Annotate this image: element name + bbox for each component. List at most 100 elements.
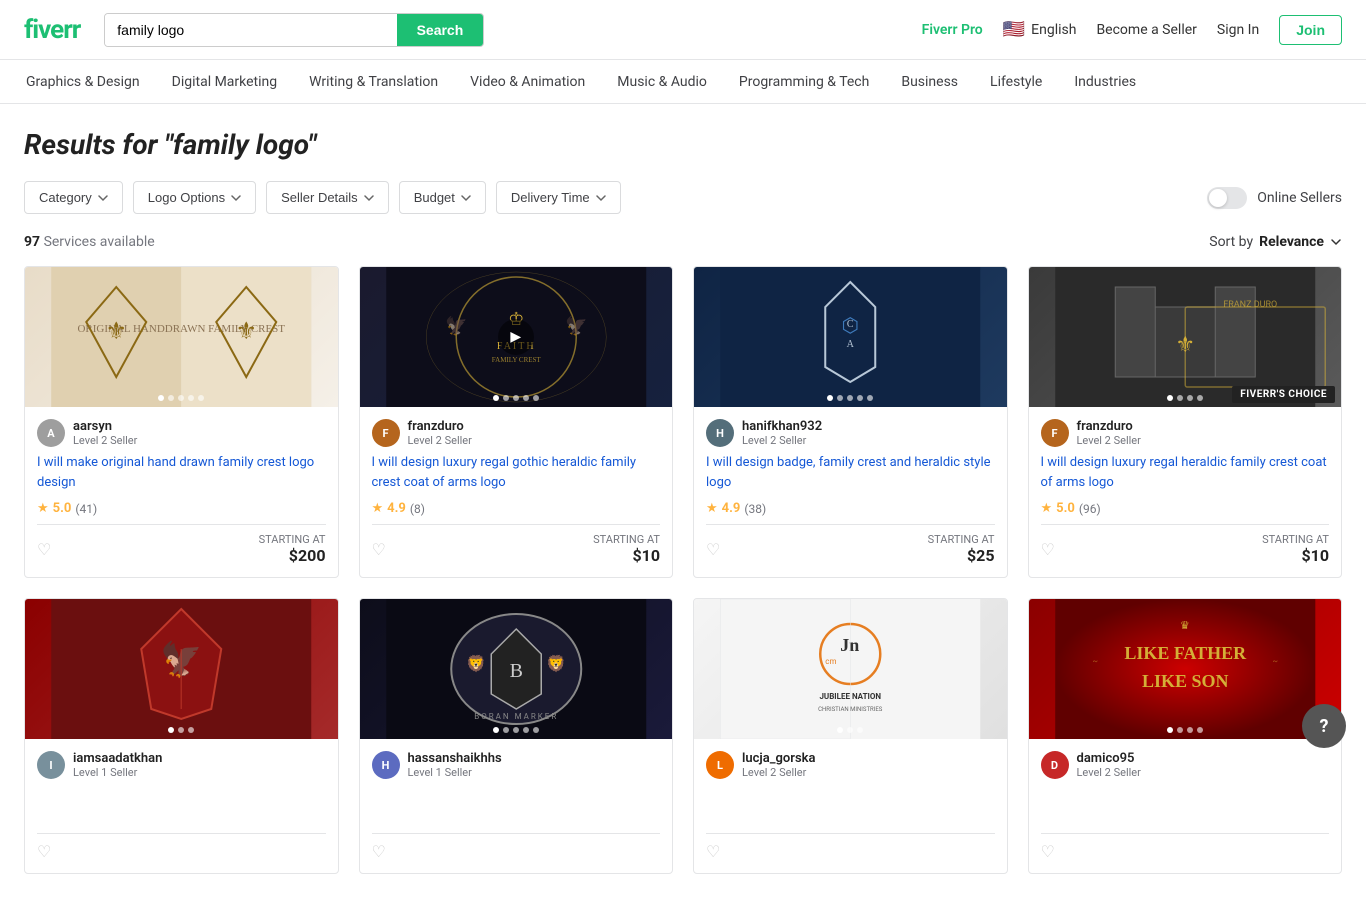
carousel-dot[interactable] <box>867 395 873 401</box>
favorite-button[interactable]: ♡ <box>706 842 720 861</box>
carousel-dot[interactable] <box>533 395 539 401</box>
seller-name[interactable]: aarsyn <box>73 419 137 434</box>
nav-item-graphics---design[interactable]: Graphics & Design <box>24 60 142 104</box>
seller-name[interactable]: franzduro <box>1077 419 1141 434</box>
carousel-dots <box>493 727 539 733</box>
favorite-button[interactable]: ♡ <box>37 540 51 559</box>
carousel-dot[interactable] <box>168 395 174 401</box>
favorite-button[interactable]: ♡ <box>372 842 386 861</box>
carousel-dot[interactable] <box>158 395 164 401</box>
carousel-dot[interactable] <box>178 395 184 401</box>
card-title-link[interactable]: I will make original hand drawn family c… <box>37 455 314 490</box>
card-title-link[interactable]: I will design luxury regal gothic herald… <box>372 455 637 490</box>
card-image: B 🦁 🦁 BORAN MARKER <box>360 599 673 739</box>
carousel-dot[interactable] <box>847 395 853 401</box>
card-image: ♛ LIKE FATHER LIKE SON ~ ~ <box>1029 599 1342 739</box>
nav-item-writing---translation[interactable]: Writing & Translation <box>307 60 440 104</box>
nav-item-lifestyle[interactable]: Lifestyle <box>988 60 1044 104</box>
filter-budget[interactable]: Budget <box>399 181 486 214</box>
online-sellers-toggle[interactable] <box>1207 187 1247 209</box>
favorite-button[interactable]: ♡ <box>706 540 720 559</box>
carousel-dot[interactable] <box>857 395 863 401</box>
carousel-dot[interactable] <box>188 395 194 401</box>
carousel-dot[interactable] <box>178 727 184 733</box>
service-card[interactable]: ♔ FAITH FAMILY CREST 🦅 🦅 ▶ F franzduro L… <box>359 266 674 578</box>
carousel-dot[interactable] <box>1167 727 1173 733</box>
service-card[interactable]: ♛ LIKE FATHER LIKE SON ~ ~ D damico95 Le… <box>1028 598 1343 874</box>
become-seller-link[interactable]: Become a Seller <box>1096 22 1196 38</box>
seller-name[interactable]: hassanshaikhhs <box>408 751 502 766</box>
carousel-dot[interactable] <box>1197 395 1203 401</box>
seller-name[interactable]: franzduro <box>408 419 472 434</box>
card-image-visual: ♛ LIKE FATHER LIKE SON ~ ~ <box>1029 599 1342 739</box>
filter-seller-details[interactable]: Seller Details <box>266 181 389 214</box>
sort-selector[interactable]: Sort by Relevance <box>1209 234 1342 250</box>
carousel-dot[interactable] <box>188 727 194 733</box>
nav-item-business[interactable]: Business <box>899 60 960 104</box>
carousel-dot[interactable] <box>533 727 539 733</box>
carousel-dot[interactable] <box>493 395 499 401</box>
play-button[interactable]: ▶ <box>498 319 534 355</box>
carousel-dot[interactable] <box>513 395 519 401</box>
carousel-dot[interactable] <box>1187 727 1193 733</box>
service-card[interactable]: C A ⬡ H hanifkhan932 Level 2 Seller I wi… <box>693 266 1008 578</box>
seller-name[interactable]: iamsaadatkhan <box>73 751 162 766</box>
carousel-dot[interactable] <box>503 727 509 733</box>
card-title-link[interactable]: I will design badge, family crest and he… <box>706 455 991 490</box>
carousel-dot[interactable] <box>513 727 519 733</box>
service-card[interactable]: ⚜ FRANZ DURO FIVERR'S CHOICE F franzduro… <box>1028 266 1343 578</box>
carousel-dot[interactable] <box>857 727 863 733</box>
fiverr-pro-link[interactable]: Fiverr Pro <box>922 22 983 38</box>
favorite-button[interactable]: ♡ <box>37 842 51 861</box>
nav-item-music---audio[interactable]: Music & Audio <box>615 60 709 104</box>
carousel-dots <box>168 727 194 733</box>
help-button[interactable]: ? <box>1302 704 1346 748</box>
nav-item-video---animation[interactable]: Video & Animation <box>468 60 587 104</box>
carousel-dot[interactable] <box>1177 727 1183 733</box>
carousel-dot[interactable] <box>837 395 843 401</box>
svg-text:🦁: 🦁 <box>466 654 486 673</box>
card-title-link[interactable]: I will design luxury regal heraldic fami… <box>1041 455 1327 490</box>
carousel-dot[interactable] <box>1187 395 1193 401</box>
seller-name[interactable]: damico95 <box>1077 751 1141 766</box>
language-selector[interactable]: 🇺🇸 English <box>1003 19 1077 40</box>
card-body: A aarsyn Level 2 Seller I will make orig… <box>25 407 338 577</box>
svg-text:⬡: ⬡ <box>842 313 859 337</box>
rating-row: ★ 4.9 (38) <box>706 501 995 516</box>
service-card[interactable]: B 🦁 🦁 BORAN MARKER H hassanshaikhhs Leve… <box>359 598 674 874</box>
nav-item-digital-marketing[interactable]: Digital Marketing <box>170 60 279 104</box>
carousel-dot[interactable] <box>168 727 174 733</box>
carousel-dot[interactable] <box>847 727 853 733</box>
carousel-dot[interactable] <box>493 727 499 733</box>
card-footer: ♡ STARTING AT $25 <box>706 524 995 565</box>
service-card[interactable]: ORIGINAL HANDDRAWN FAMILY CREST ⚜ ⚜ A aa… <box>24 266 339 578</box>
nav-item-industries[interactable]: Industries <box>1072 60 1138 104</box>
carousel-dot[interactable] <box>1197 727 1203 733</box>
search-input[interactable] <box>105 14 396 46</box>
seller-name[interactable]: hanifkhan932 <box>742 419 822 434</box>
seller-name[interactable]: lucja_gorska <box>742 751 815 766</box>
search-button[interactable]: Search <box>397 14 484 46</box>
logo[interactable]: fiverr <box>24 15 80 45</box>
card-image: ORIGINAL HANDDRAWN FAMILY CREST ⚜ ⚜ <box>25 267 338 407</box>
sign-in-link[interactable]: Sign In <box>1217 22 1259 38</box>
service-card[interactable]: 🦅 I iamsaadatkhan Level 1 Seller ♡ <box>24 598 339 874</box>
carousel-dot[interactable] <box>837 727 843 733</box>
favorite-button[interactable]: ♡ <box>1041 842 1055 861</box>
carousel-dot[interactable] <box>827 395 833 401</box>
carousel-dot[interactable] <box>523 395 529 401</box>
carousel-dot[interactable] <box>523 727 529 733</box>
filter-category[interactable]: Category <box>24 181 123 214</box>
carousel-dot[interactable] <box>198 395 204 401</box>
filter-logo-options[interactable]: Logo Options <box>133 181 256 214</box>
carousel-dot[interactable] <box>1167 395 1173 401</box>
favorite-button[interactable]: ♡ <box>1041 540 1055 559</box>
filter-delivery-time[interactable]: Delivery Time <box>496 181 621 214</box>
carousel-dot[interactable] <box>503 395 509 401</box>
favorite-button[interactable]: ♡ <box>372 540 386 559</box>
carousel-dot[interactable] <box>1177 395 1183 401</box>
nav-item-programming---tech[interactable]: Programming & Tech <box>737 60 871 104</box>
service-card[interactable]: Jn cm JUBILEE NATION CHRISTIAN MINISTRIE… <box>693 598 1008 874</box>
seller-level: Level 2 Seller <box>742 434 822 447</box>
join-button[interactable]: Join <box>1279 15 1342 45</box>
